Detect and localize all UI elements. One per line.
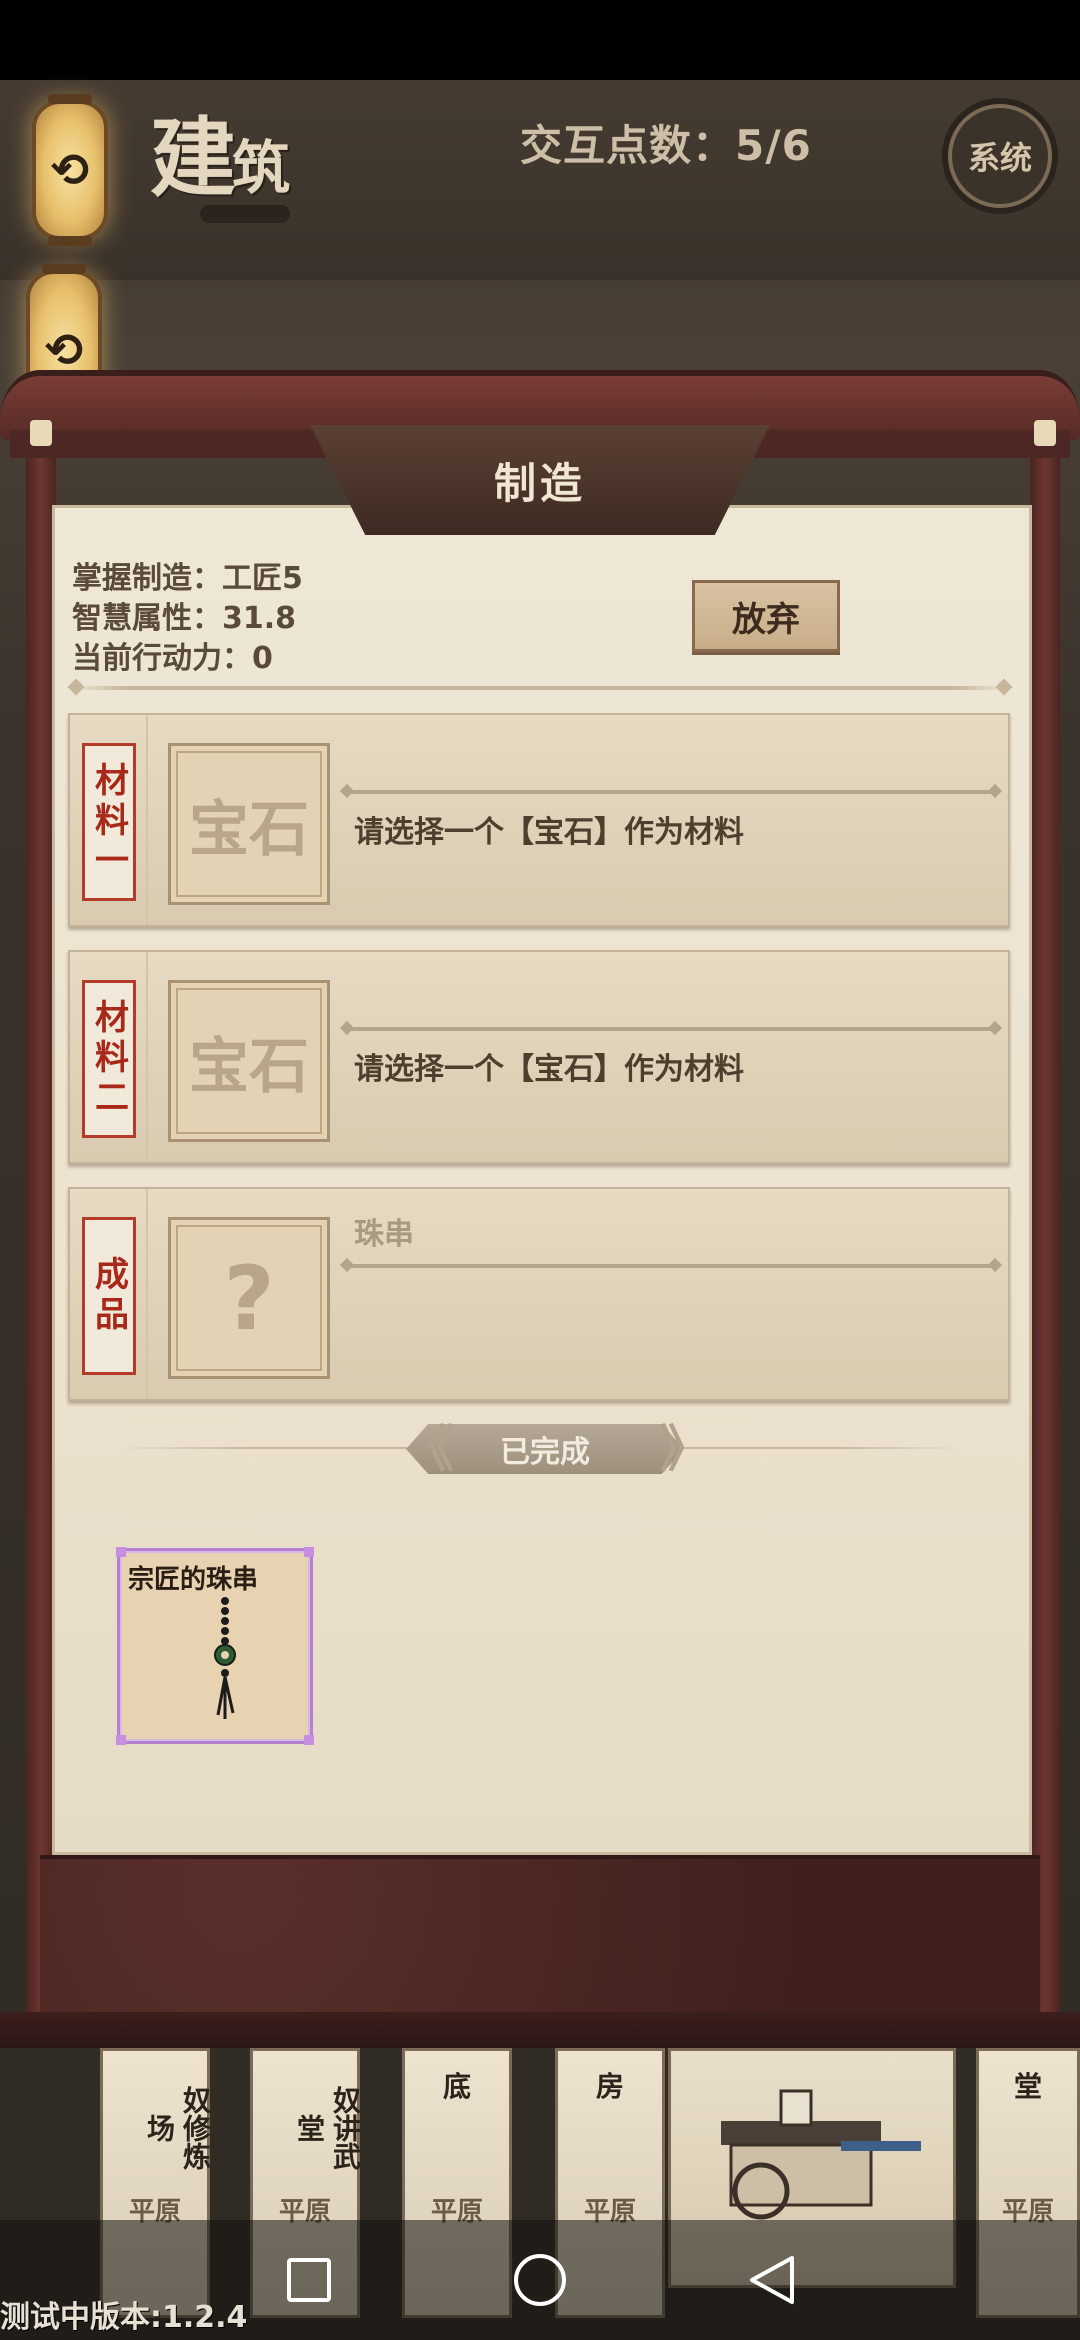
building-name: 房 [595, 2070, 624, 2103]
home-icon[interactable] [514, 2254, 566, 2306]
panel-bottom-decoration [40, 1855, 1040, 2015]
frame-cap [30, 420, 52, 446]
material-slot-2[interactable]: 材料二 宝石 请选择一个【宝石】作为材料 [68, 950, 1010, 1164]
slot-tag: 材料二 [82, 980, 136, 1138]
building-name: 奴讲武堂 [293, 2086, 362, 2170]
version-label: 测试中版本:1.2.4 [0, 2300, 248, 2335]
frame-cap [1034, 420, 1056, 446]
system-button[interactable]: 系统 [948, 104, 1052, 208]
abandon-button[interactable]: 放弃 [692, 580, 840, 652]
back-icon[interactable] [742, 2252, 802, 2308]
page-title: 建筑 [150, 108, 290, 209]
slot-tag: 成品 [82, 1217, 136, 1375]
slot-divider [346, 1264, 996, 1268]
back-lantern-button[interactable]: ⟲ [32, 94, 108, 246]
action-points-info: 当前行动力：0 [72, 641, 273, 676]
frame-ground-beam [0, 2012, 1080, 2048]
completed-item[interactable]: 宗匠的珠串 [116, 1547, 314, 1745]
slot-tag: 材料一 [82, 743, 136, 901]
chevron-left-icon: 《 [404, 1420, 454, 1478]
material-picker-box[interactable]: 宝石 [168, 743, 330, 905]
status-bar [0, 0, 1080, 80]
product-slot: 成品 ? 珠串 [68, 1187, 1010, 1401]
wisdom-info: 智慧属性：31.8 [72, 601, 297, 636]
bead-string-icon [214, 1597, 236, 1719]
slot-prompt: 请选择一个【宝石】作为材料 [354, 1052, 744, 1087]
chevron-right-icon: 》 [660, 1420, 710, 1478]
divider [70, 686, 1010, 690]
panel-title-plaque: 制造 [310, 425, 770, 535]
slot-divider [346, 790, 996, 794]
panel-title: 制造 [493, 458, 586, 508]
frame-pillar-right [1030, 430, 1060, 2020]
product-preview-box: ? [168, 1217, 330, 1379]
material-picker-box[interactable]: 宝石 [168, 980, 330, 1142]
building-name: 底 [442, 2070, 471, 2103]
material-slot-1[interactable]: 材料一 宝石 请选择一个【宝石】作为材料 [68, 713, 1010, 927]
title-underline [200, 205, 290, 223]
recent-apps-icon[interactable] [287, 2258, 331, 2302]
completed-item-name: 宗匠的珠串 [128, 1565, 259, 1595]
undo-arrow-icon: ⟲ [50, 143, 90, 197]
slot-divider [346, 1027, 996, 1031]
mastery-info: 掌握制造：工匠5 [72, 561, 303, 596]
undo-arrow-icon: ⟲ [44, 323, 84, 377]
workshop-illustration [721, 2089, 921, 2220]
building-name: 堂 [1013, 2070, 1042, 2103]
interaction-points: 交互点数：5/6 [520, 121, 812, 170]
product-name: 珠串 [354, 1217, 414, 1252]
slot-prompt: 请选择一个【宝石】作为材料 [354, 815, 744, 850]
building-name: 奴修炼场 [143, 2086, 212, 2170]
